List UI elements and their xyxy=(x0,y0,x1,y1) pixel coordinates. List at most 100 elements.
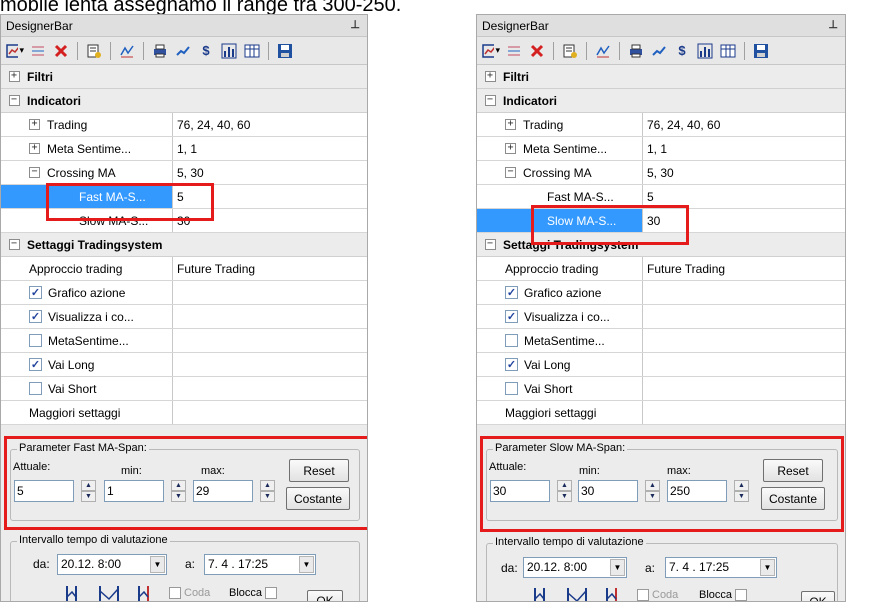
expand-icon[interactable]: + xyxy=(8,71,20,82)
spin-down-icon[interactable]: ▼ xyxy=(557,491,572,502)
property-value[interactable]: Future Trading xyxy=(173,262,367,276)
print-icon[interactable] xyxy=(150,41,170,61)
range-full-icon[interactable] xyxy=(97,583,123,602)
property-row[interactable]: Vai Short xyxy=(1,377,367,401)
coda-check-icon[interactable] xyxy=(169,587,181,600)
property-value[interactable]: 5, 30 xyxy=(643,166,845,180)
checkbox-checked[interactable]: ✓ xyxy=(505,286,518,299)
property-row[interactable]: ✓ Grafico azione xyxy=(477,281,845,305)
property-value[interactable]: 5 xyxy=(173,190,367,204)
spin-up-icon[interactable]: ▲ xyxy=(645,480,660,491)
coda-check-icon[interactable] xyxy=(637,589,649,601)
property-row[interactable]: + Meta Sentime... 1, 1 xyxy=(1,137,367,161)
spin-up-icon[interactable]: ▲ xyxy=(81,480,96,491)
spin-down-icon[interactable]: ▼ xyxy=(81,491,96,502)
chart-icon[interactable]: ▾ xyxy=(5,41,25,61)
category-settaggi[interactable]: − Settaggi Tradingsystem xyxy=(1,233,367,257)
bar-chart-icon[interactable] xyxy=(695,41,715,61)
chart-icon[interactable]: ▾ xyxy=(481,41,501,61)
attuale-spinner[interactable]: ▲ ▼ xyxy=(557,480,572,502)
list-icon[interactable] xyxy=(504,41,524,61)
property-row[interactable]: ✓ Visualizza i co... xyxy=(477,305,845,329)
max-input[interactable]: 250 xyxy=(667,480,727,502)
checkbox-unchecked[interactable] xyxy=(505,382,518,395)
max-input[interactable]: 29 xyxy=(193,480,253,502)
expand-icon[interactable]: + xyxy=(29,119,40,130)
spin-down-icon[interactable]: ▼ xyxy=(734,491,749,502)
category-settaggi[interactable]: − Settaggi Tradingsystem xyxy=(477,233,845,257)
property-row[interactable]: MetaSentime... xyxy=(1,329,367,353)
ok-button[interactable]: OK xyxy=(307,590,343,601)
dollar-icon[interactable]: $ xyxy=(672,41,692,61)
a-combo[interactable]: 7. 4 . 17:25 ▼ xyxy=(665,557,777,578)
collapse-icon[interactable]: − xyxy=(484,95,496,106)
checkbox-checked[interactable]: ✓ xyxy=(505,358,518,371)
max-spinner[interactable]: ▲ ▼ xyxy=(260,480,275,502)
collapse-icon[interactable]: − xyxy=(8,239,20,250)
spin-up-icon[interactable]: ▲ xyxy=(557,480,572,491)
property-row[interactable]: Vai Short xyxy=(477,377,845,401)
property-value[interactable]: 1, 1 xyxy=(173,142,367,156)
expand-icon[interactable]: + xyxy=(29,143,40,154)
property-row[interactable]: ✓ Visualizza i co... xyxy=(1,305,367,329)
spin-up-icon[interactable]: ▲ xyxy=(734,480,749,491)
property-value[interactable]: 30 xyxy=(173,214,367,228)
table-icon[interactable] xyxy=(718,41,738,61)
attuale-spinner[interactable]: ▲ ▼ xyxy=(81,480,96,502)
expand-icon[interactable]: + xyxy=(505,119,516,130)
range-full-icon[interactable] xyxy=(565,585,591,602)
properties-icon[interactable] xyxy=(84,41,104,61)
category-indicatori[interactable]: − Indicatori xyxy=(477,89,845,113)
property-row[interactable]: Maggiori settaggi xyxy=(477,401,845,425)
range-right-icon[interactable] xyxy=(599,585,625,602)
property-row[interactable]: − Crossing MA 5, 30 xyxy=(1,161,367,185)
range-right-icon[interactable] xyxy=(131,583,157,602)
property-row-slow-ma-span[interactable]: Slow MA-S... 30 xyxy=(477,209,845,233)
blocca-check-icon[interactable] xyxy=(735,589,748,601)
property-value[interactable]: 5 xyxy=(643,190,845,204)
indicator-icon[interactable] xyxy=(593,41,613,61)
dropdown-arrow-icon[interactable]: ▼ xyxy=(610,559,625,576)
attuale-input[interactable]: 5 xyxy=(14,480,74,502)
delete-icon[interactable] xyxy=(527,41,547,61)
collapse-icon[interactable]: − xyxy=(29,167,40,178)
dropdown-arrow-icon[interactable]: ▼ xyxy=(299,556,314,573)
dropdown-arrow-icon[interactable]: ▼ xyxy=(150,556,165,573)
property-row[interactable]: MetaSentime... xyxy=(477,329,845,353)
spin-down-icon[interactable]: ▼ xyxy=(171,491,186,502)
spin-down-icon[interactable]: ▼ xyxy=(645,491,660,502)
blocca-checkbox[interactable]: Blocca xyxy=(229,587,280,600)
bar-chart-icon[interactable] xyxy=(219,41,239,61)
costante-button[interactable]: Costante xyxy=(761,487,825,510)
property-row[interactable]: Approccio trading Future Trading xyxy=(477,257,845,281)
spin-up-icon[interactable]: ▲ xyxy=(260,480,275,491)
property-row-fast-ma-span[interactable]: Fast MA-S... 5 xyxy=(477,185,845,209)
property-row[interactable]: + Trading 76, 24, 40, 60 xyxy=(477,113,845,137)
range-left-icon[interactable] xyxy=(531,585,557,602)
min-input[interactable]: 1 xyxy=(104,480,164,502)
pin-icon[interactable]: ⊥ xyxy=(350,18,360,31)
coda-checkbox[interactable]: Coda xyxy=(169,587,210,600)
property-value[interactable]: 1, 1 xyxy=(643,142,845,156)
property-row[interactable]: + Meta Sentime... 1, 1 xyxy=(477,137,845,161)
checkbox-unchecked[interactable] xyxy=(29,382,42,395)
da-combo[interactable]: 20.12. 8:00 ▼ xyxy=(523,557,627,578)
min-spinner[interactable]: ▲ ▼ xyxy=(171,480,186,502)
checkbox-checked[interactable]: ✓ xyxy=(29,358,42,371)
save-icon[interactable] xyxy=(275,41,295,61)
ok-button[interactable]: OK xyxy=(801,591,835,601)
min-input[interactable]: 30 xyxy=(578,480,638,502)
delete-icon[interactable] xyxy=(51,41,71,61)
property-row[interactable]: ✓ Vai Long xyxy=(1,353,367,377)
indicator-icon[interactable] xyxy=(117,41,137,61)
costante-button[interactable]: Costante xyxy=(286,487,350,510)
category-filtri[interactable]: + Filtri xyxy=(477,65,845,89)
property-value[interactable]: 5, 30 xyxy=(173,166,367,180)
properties-icon[interactable] xyxy=(560,41,580,61)
expand-icon[interactable]: + xyxy=(484,71,496,82)
property-value[interactable]: 76, 24, 40, 60 xyxy=(173,118,367,132)
collapse-icon[interactable]: − xyxy=(505,167,516,178)
category-indicatori[interactable]: − Indicatori xyxy=(1,89,367,113)
coda-checkbox[interactable]: Coda xyxy=(637,589,678,601)
dropdown-arrow-icon[interactable]: ▼ xyxy=(760,559,775,576)
